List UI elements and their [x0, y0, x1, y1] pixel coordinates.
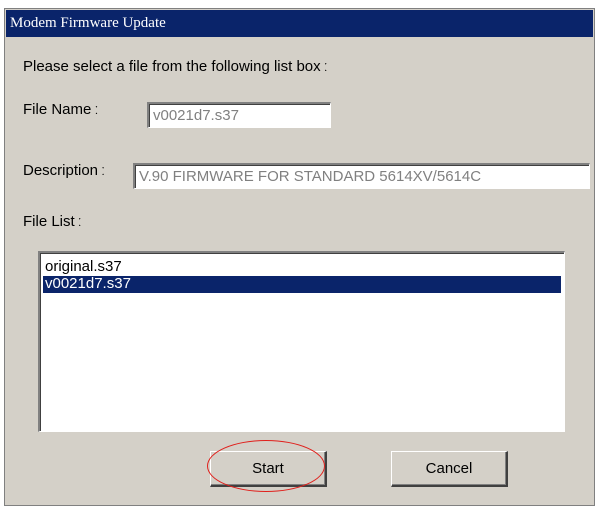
list-item-original[interactable]: original.s37: [43, 259, 561, 276]
file-list-label: File List ː: [23, 213, 82, 230]
description-label: Description ː: [23, 162, 106, 179]
cancel-button[interactable]: Cancel: [391, 451, 508, 487]
title-bar: Modem Firmware Update: [6, 10, 593, 37]
description-field[interactable]: V.90 FIRMWARE FOR STANDARD 5614XV/5614C: [133, 163, 590, 189]
file-name-field[interactable]: v0021d7.s37: [147, 102, 331, 128]
instruction-text: Please select a file from the following …: [23, 58, 328, 75]
start-button[interactable]: Start: [210, 451, 327, 487]
list-item-v0021d7[interactable]: v0021d7.s37: [43, 276, 561, 293]
file-name-label: File Name ː: [23, 101, 99, 118]
window-title: Modem Firmware Update: [10, 15, 166, 31]
file-listbox[interactable]: original.s37 v0021d7.s37: [38, 251, 565, 432]
firmware-update-dialog: Modem Firmware Update Please select a fi…: [4, 8, 595, 506]
